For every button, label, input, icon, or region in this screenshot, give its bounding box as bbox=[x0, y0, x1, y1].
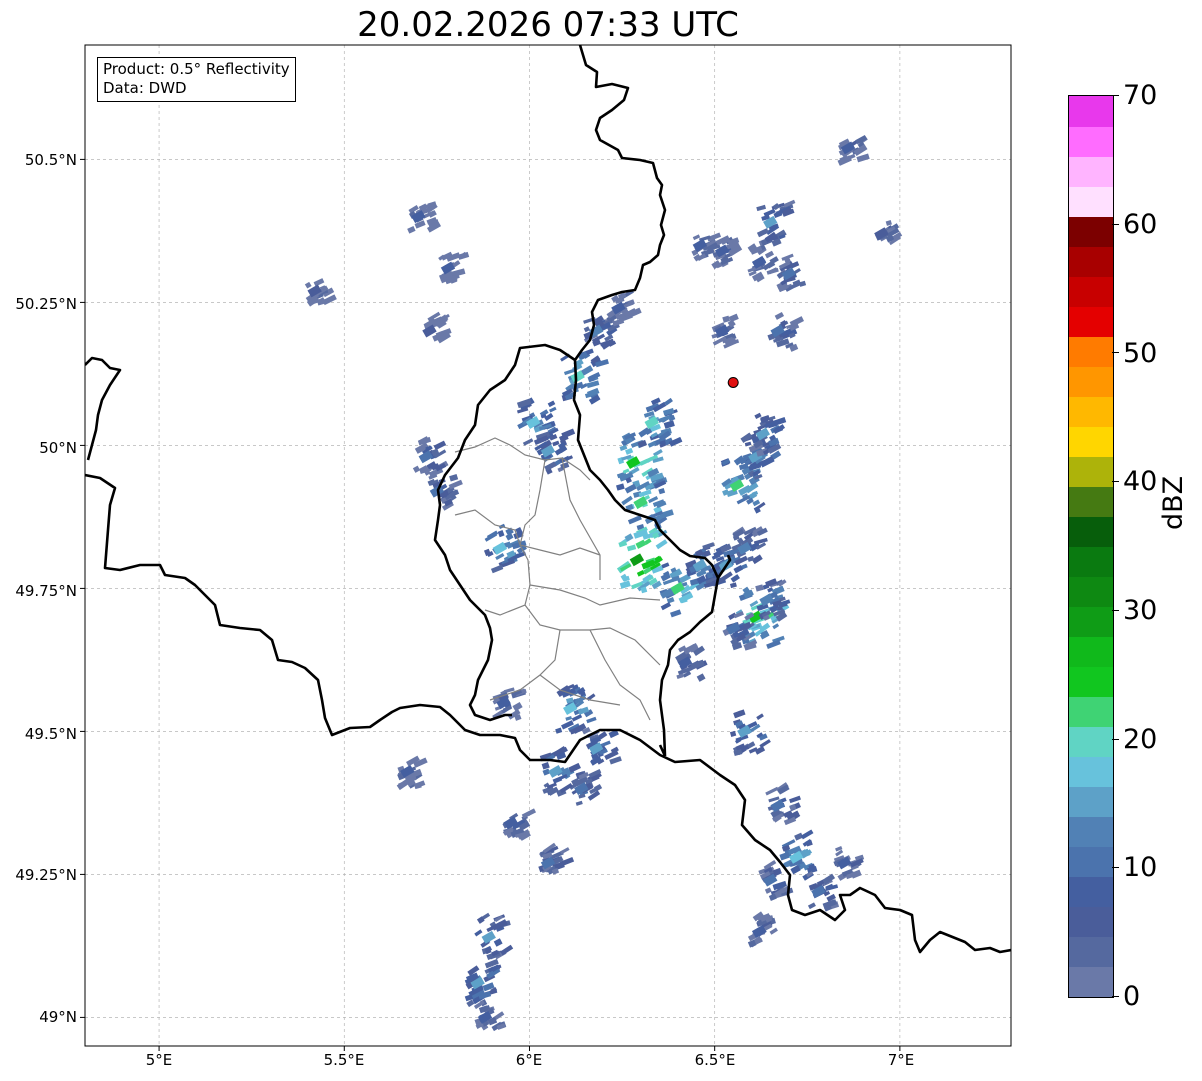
colorbar-segment bbox=[1069, 756, 1113, 788]
colorbar-segment bbox=[1069, 216, 1113, 247]
colorbar-segment bbox=[1069, 606, 1113, 638]
colorbar-segment bbox=[1069, 126, 1113, 157]
colorbar-segment bbox=[1069, 366, 1113, 397]
colorbar-tick bbox=[1112, 481, 1119, 483]
lat-label-50-25: 50.25°N bbox=[15, 295, 77, 313]
info-box: Product: 0.5° Reflectivity Data: DWD bbox=[97, 57, 296, 102]
colorbar-segment bbox=[1069, 966, 1113, 998]
lon-label-6: 6°E bbox=[515, 1051, 543, 1069]
lon-label-6-5: 6.5°E bbox=[694, 1051, 736, 1069]
colorbar-segment bbox=[1069, 336, 1113, 367]
colorbar-segment bbox=[1069, 486, 1113, 517]
colorbar-segment bbox=[1069, 816, 1113, 848]
colorbar-segment bbox=[1069, 246, 1113, 277]
colorbar-label-40: 40 bbox=[1123, 466, 1158, 497]
lon-label-5-5: 5.5°E bbox=[323, 1051, 365, 1069]
colorbar-tick bbox=[1112, 95, 1119, 96]
lat-label-49: 49°N bbox=[39, 1008, 77, 1026]
colorbar-segment bbox=[1069, 426, 1113, 457]
colorbar-label-60: 60 bbox=[1123, 209, 1158, 240]
colorbar-segment bbox=[1069, 726, 1113, 758]
colorbar-segment bbox=[1069, 276, 1113, 307]
colorbar-segment bbox=[1069, 186, 1113, 217]
lat-label-50-5: 50.5°N bbox=[24, 151, 77, 169]
radar-site-marker bbox=[727, 376, 739, 388]
colorbar-segment bbox=[1069, 696, 1113, 728]
lat-label-49-75: 49.75°N bbox=[15, 582, 77, 600]
lon-label-7: 7°E bbox=[887, 1051, 915, 1069]
colorbar-segment bbox=[1069, 96, 1113, 127]
colorbar-segment bbox=[1069, 786, 1113, 818]
colorbar-segment bbox=[1069, 156, 1113, 187]
colorbar-label-10: 10 bbox=[1123, 852, 1158, 883]
product-label: Product: 0.5° Reflectivity bbox=[103, 60, 290, 78]
colorbar-segment bbox=[1069, 456, 1113, 487]
colorbar-segment bbox=[1069, 576, 1113, 608]
colorbar-segment bbox=[1069, 906, 1113, 938]
colorbar-tick bbox=[1112, 867, 1119, 869]
colorbar-segment bbox=[1069, 636, 1113, 668]
colorbar-label-30: 30 bbox=[1123, 595, 1158, 626]
colorbar-tick bbox=[1112, 996, 1119, 997]
colorbar-segment bbox=[1069, 516, 1113, 547]
colorbar bbox=[1068, 95, 1114, 998]
map-background bbox=[85, 45, 1011, 1046]
radar-map bbox=[80, 44, 1012, 1051]
colorbar-segment bbox=[1069, 666, 1113, 698]
colorbar-segment bbox=[1069, 546, 1113, 578]
colorbar-title: dBZ bbox=[1158, 475, 1189, 530]
lat-label-50: 50°N bbox=[39, 439, 77, 457]
colorbar-segment bbox=[1069, 306, 1113, 337]
lat-label-49-25: 49.25°N bbox=[15, 866, 77, 884]
map-title: 20.02.2026 07:33 UTC bbox=[357, 5, 739, 45]
colorbar-segment bbox=[1069, 876, 1113, 908]
colorbar-tick bbox=[1112, 738, 1119, 740]
colorbar-label-50: 50 bbox=[1123, 338, 1158, 369]
colorbar-tick bbox=[1112, 609, 1119, 611]
lon-label-5: 5°E bbox=[145, 1051, 173, 1069]
colorbar-label-20: 20 bbox=[1123, 724, 1158, 755]
colorbar-tick bbox=[1112, 223, 1119, 225]
colorbar-segment bbox=[1069, 846, 1113, 878]
colorbar-label-70: 70 bbox=[1123, 80, 1158, 111]
colorbar-tick bbox=[1112, 352, 1119, 354]
lat-label-49-5: 49.5°N bbox=[24, 725, 77, 743]
colorbar-segment bbox=[1069, 396, 1113, 427]
data-source-label: Data: DWD bbox=[103, 79, 187, 97]
colorbar-label-0: 0 bbox=[1123, 981, 1141, 1012]
colorbar-segment bbox=[1069, 936, 1113, 968]
